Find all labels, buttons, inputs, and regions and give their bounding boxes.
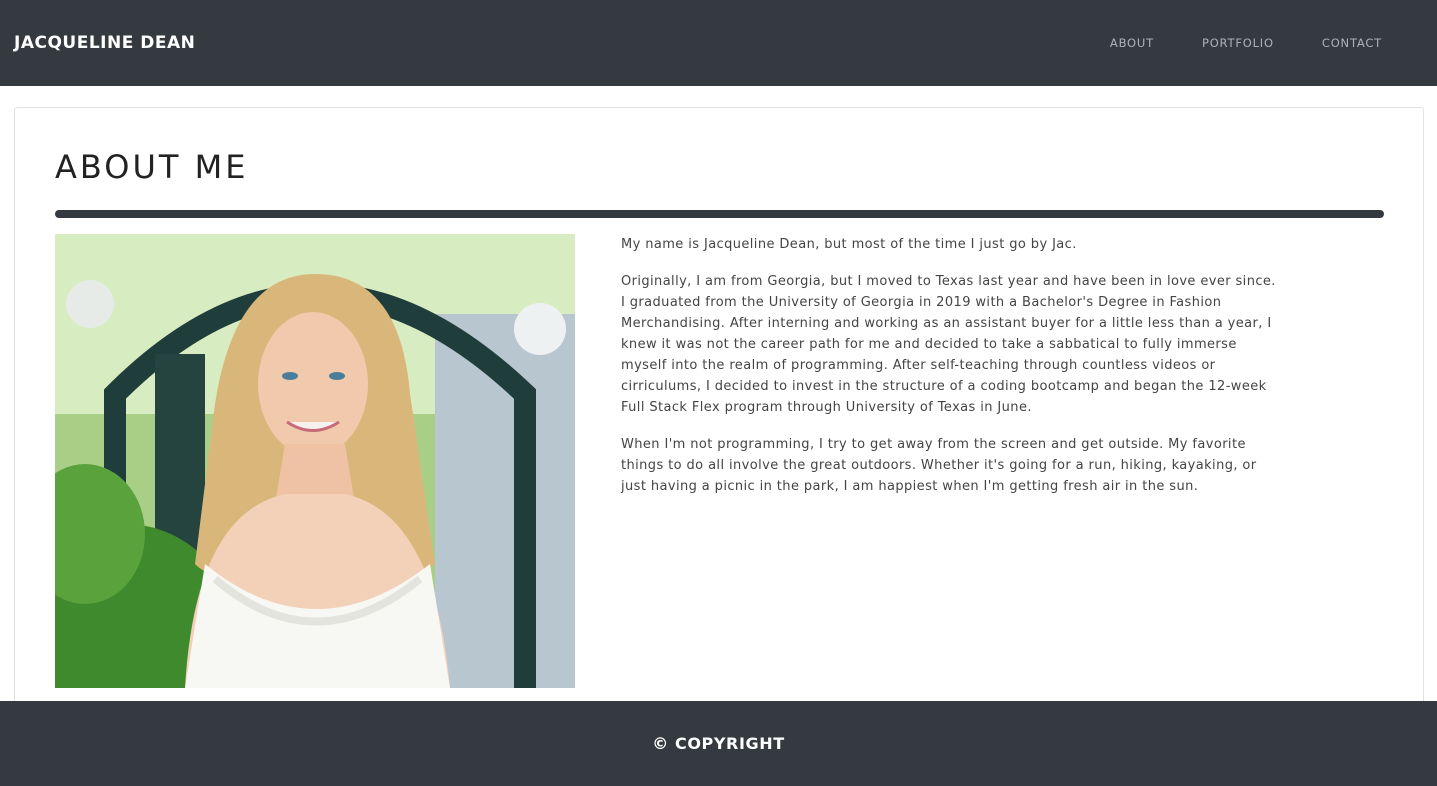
about-card: ABOUT ME My name is Jacqueline Dean, but… [14, 107, 1424, 727]
bio-text: My name is Jacqueline Dean, but most of … [621, 234, 1281, 513]
nav-links: ABOUT PORTFOLIO CONTACT [1086, 36, 1382, 50]
brand-logo-link[interactable]: JACQUELINE DEAN [14, 33, 195, 53]
site-footer: © COPYRIGHT [0, 701, 1437, 786]
top-navbar: JACQUELINE DEAN ABOUT PORTFOLIO CONTACT [0, 0, 1437, 86]
nav-link-contact[interactable]: CONTACT [1298, 36, 1382, 50]
nav-link-portfolio[interactable]: PORTFOLIO [1178, 36, 1298, 50]
bio-paragraph-background: Originally, I am from Georgia, but I mov… [621, 274, 1276, 415]
title-divider [55, 210, 1384, 218]
bio-paragraph-intro: My name is Jacqueline Dean, but most of … [621, 237, 1077, 252]
profile-photo [55, 234, 575, 688]
page-title: ABOUT ME [55, 148, 249, 186]
bio-paragraph-hobbies: When I'm not programming, I try to get a… [621, 437, 1257, 494]
nav-link-about[interactable]: ABOUT [1086, 36, 1178, 50]
copyright-text: © COPYRIGHT [652, 734, 785, 753]
